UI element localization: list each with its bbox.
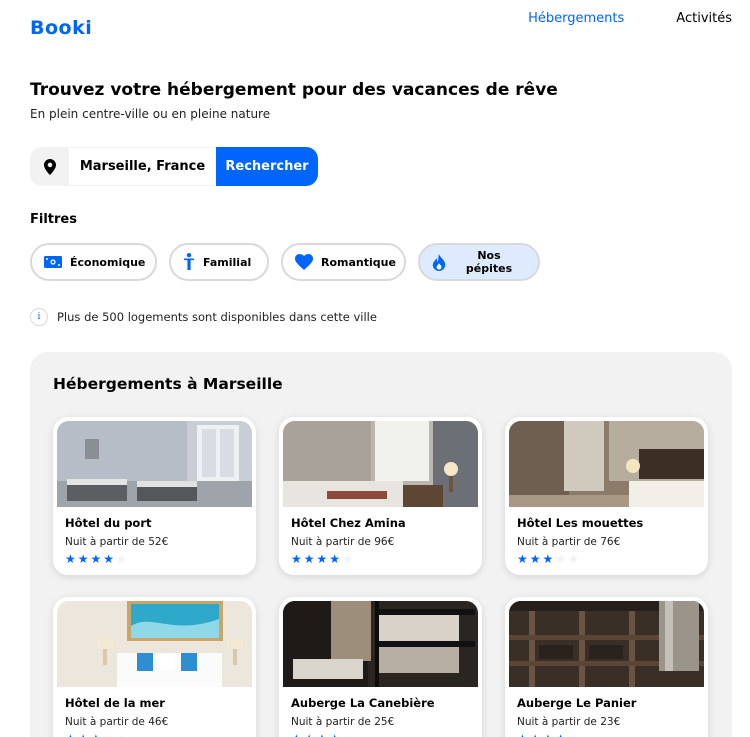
listing-name: Hôtel Chez Amina — [291, 516, 406, 530]
star-filled-icon: ★ — [291, 733, 302, 737]
listing-card[interactable]: Hôtel du port Nuit à partir de 52€ ★ ★ ★ ★ ★ — [53, 417, 256, 575]
search-input[interactable] — [69, 147, 216, 186]
star-filled-icon: ★ — [542, 552, 554, 566]
listing-card[interactable]: Hôtel de la mer Nuit à partir de 46€ ★★★… — [53, 597, 256, 737]
star-filled-icon: ★ — [317, 733, 328, 737]
star-empty-icon: ★ — [568, 733, 579, 737]
person-icon — [184, 253, 194, 270]
rating-stars: ★★★★★ — [517, 733, 704, 737]
listing-name: Auberge Le Panier — [517, 696, 637, 710]
listing-card[interactable]: Hôtel Chez Amina Nuit à partir de 96€ ★ ★… — [279, 417, 482, 575]
nav-link-activites[interactable]: Activités — [676, 11, 732, 26]
star-empty-icon: ★ — [555, 552, 567, 566]
star-empty-icon: ★ — [342, 552, 353, 566]
star-filled-icon: ★ — [65, 552, 76, 566]
listing-price: Nuit à partir de 96€ — [291, 536, 395, 548]
filter-nos-pepites[interactable]: Nos pépites — [418, 243, 540, 281]
listings-title: Hébergements à Marseille — [53, 375, 283, 393]
filter-economique[interactable]: Économique — [30, 243, 157, 281]
filter-romantique[interactable]: Romantique — [281, 243, 406, 281]
listing-photo — [283, 601, 478, 687]
listing-name: Hôtel Les mouettes — [517, 516, 644, 530]
listing-card[interactable]: Auberge Le Panier Nuit à partir de 23€ ★… — [505, 597, 708, 737]
star-filled-icon: ★ — [529, 552, 541, 566]
filter-label: Romantique — [321, 255, 396, 269]
filters-title: Filtres — [30, 212, 77, 227]
star-empty-icon: ★ — [103, 733, 114, 737]
filter-familial[interactable]: Familial — [169, 243, 269, 281]
filters-list: Économique Familial Romantique Nos pépit… — [30, 243, 540, 281]
page-subtitle: En plein centre-ville ou en pleine natur… — [30, 107, 271, 121]
star-filled-icon: ★ — [77, 552, 89, 566]
rating-stars: ★★★★★ — [65, 733, 252, 737]
money-icon — [44, 256, 62, 268]
star-filled-icon: ★ — [316, 552, 328, 566]
star-filled-icon: ★ — [78, 733, 89, 737]
rating-stars: ★★★★★ — [291, 733, 478, 737]
listing-name: Auberge La Canebière — [291, 696, 435, 710]
listing-price: Nuit à partir de 23€ — [517, 716, 621, 728]
listings-section: Hébergements à Marseille Hôtel du port N… — [30, 352, 732, 737]
listing-name: Hôtel de la mer — [65, 696, 165, 710]
star-filled-icon: ★ — [555, 733, 566, 737]
filter-label: Familial — [203, 255, 252, 269]
search-button[interactable]: Rechercher — [216, 147, 318, 186]
star-filled-icon: ★ — [291, 552, 302, 566]
listing-card[interactable]: Auberge La Canebière Nuit à partir de 25… — [279, 597, 482, 737]
star-empty-icon: ★ — [116, 552, 127, 566]
info-message: i Plus de 500 logements sont disponibles… — [30, 308, 377, 326]
star-filled-icon: ★ — [304, 733, 315, 737]
nav-link-hebergements[interactable]: Hébergements — [528, 11, 624, 26]
listing-price: Nuit à partir de 46€ — [65, 716, 169, 728]
star-filled-icon: ★ — [91, 733, 102, 737]
header: Booki Hébergements Activités — [0, 0, 750, 60]
rating-stars: ★★★★★ — [291, 553, 478, 565]
listing-price: Nuit à partir de 52€ — [65, 536, 169, 548]
info-text: Plus de 500 logements sont disponibles d… — [57, 310, 377, 324]
listing-photo — [509, 421, 704, 507]
star-filled-icon: ★ — [543, 733, 554, 737]
listing-photo — [509, 601, 704, 687]
star-filled-icon: ★ — [103, 552, 115, 566]
page-title: Trouvez votre hébergement pour des vacan… — [30, 80, 558, 100]
rating-stars: ★★★★★ — [517, 553, 704, 565]
listing-price: Nuit à partir de 25€ — [291, 716, 395, 728]
star-empty-icon: ★ — [116, 733, 127, 737]
star-filled-icon: ★ — [329, 733, 340, 737]
star-filled-icon: ★ — [329, 552, 341, 566]
listing-photo — [57, 601, 252, 687]
listing-card[interactable]: Hôtel Les mouettes Nuit à partir de 76€ … — [505, 417, 708, 575]
listing-photo — [57, 421, 252, 507]
star-filled-icon: ★ — [517, 733, 528, 737]
star-empty-icon: ★ — [342, 733, 353, 737]
listings-grid: Hôtel du port Nuit à partir de 52€ ★ ★ ★ ★ ★… — [53, 417, 708, 737]
star-filled-icon: ★ — [303, 552, 315, 566]
star-empty-icon: ★ — [568, 552, 579, 566]
star-filled-icon: ★ — [530, 733, 541, 737]
listing-name: Hôtel du port — [65, 516, 152, 530]
search-bar: Rechercher — [30, 147, 318, 186]
star-filled-icon: ★ — [90, 552, 102, 566]
booki-logo[interactable]: Booki — [30, 17, 92, 39]
location-pin-icon — [30, 147, 69, 186]
listing-photo — [283, 421, 478, 507]
star-filled-icon: ★ — [517, 552, 528, 566]
listing-price: Nuit à partir de 76€ — [517, 536, 621, 548]
filter-label: Économique — [70, 255, 146, 269]
main-nav: Hébergements Activités — [528, 11, 732, 26]
flame-icon — [432, 253, 446, 271]
rating-stars: ★★★★★ — [65, 553, 252, 565]
filter-label: Nos pépites — [465, 249, 513, 275]
info-icon: i — [30, 308, 48, 326]
star-filled-icon: ★ — [65, 733, 76, 737]
heart-icon — [295, 254, 313, 270]
